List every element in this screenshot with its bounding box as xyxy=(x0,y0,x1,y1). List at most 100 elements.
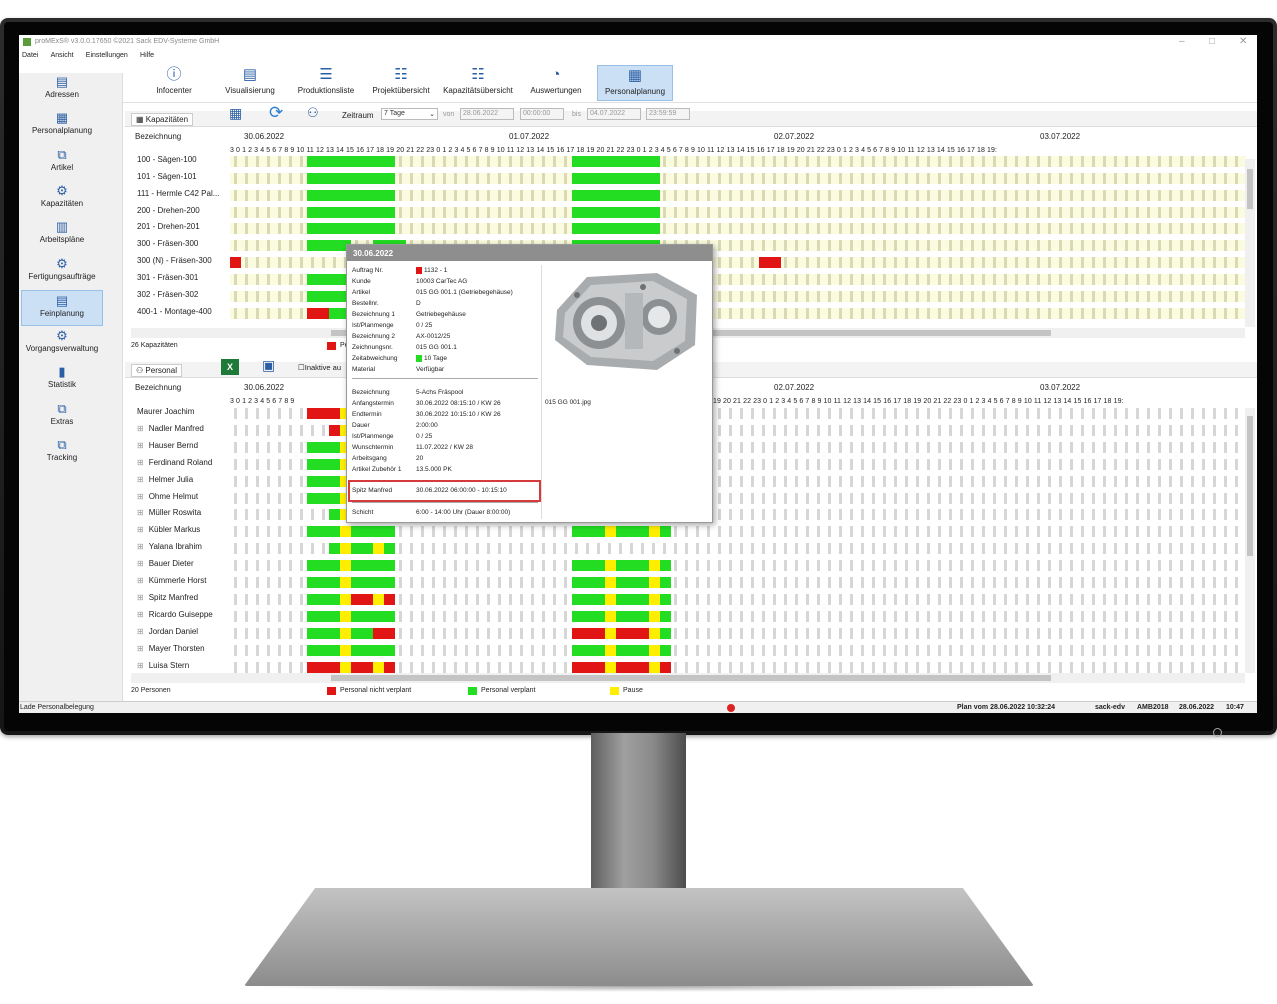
gantt-block[interactable] xyxy=(571,661,605,673)
pers-vertical-scrollbar[interactable] xyxy=(1245,408,1255,673)
toolbar-infocenter-button[interactable]: ⓘ Infocenter xyxy=(151,65,197,101)
pers-row[interactable]: Maurer Joachim xyxy=(137,407,194,416)
gantt-block[interactable] xyxy=(329,509,341,521)
menu-einstellungen[interactable]: Einstellungen xyxy=(86,52,128,59)
close-icon[interactable]: ✕ xyxy=(1239,36,1247,47)
expand-icon[interactable]: ⊞ xyxy=(137,593,144,602)
refresh-icon[interactable]: ⟳ xyxy=(269,103,291,123)
gantt-block[interactable] xyxy=(351,644,396,656)
excel-export-icon[interactable]: X xyxy=(221,359,239,375)
gantt-block[interactable] xyxy=(604,560,616,572)
gantt-block[interactable] xyxy=(307,610,341,622)
cap-row-label[interactable]: 111 - Hermle C42 Pal... xyxy=(137,189,219,198)
gantt-block[interactable] xyxy=(307,526,341,538)
gantt-block[interactable] xyxy=(351,560,396,572)
gantt-block[interactable] xyxy=(659,593,671,605)
pers-row[interactable]: ⊞ Spitz Manfred xyxy=(137,593,198,602)
cap-row-label[interactable]: 200 - Drehen-200 xyxy=(137,206,200,215)
gantt-block[interactable] xyxy=(373,627,385,639)
gantt-block[interactable] xyxy=(384,543,396,555)
cap-row-label[interactable]: 300 (N) - Fräsen-300 xyxy=(137,256,212,265)
sidebar-item-fertigungsaufträge[interactable]: ⚙ Fertigungsaufträge xyxy=(21,254,103,290)
gantt-block[interactable] xyxy=(659,526,671,538)
gantt-block[interactable] xyxy=(340,577,352,588)
von-time-input[interactable]: 00:00:00 xyxy=(520,108,564,120)
gantt-block[interactable] xyxy=(659,627,671,639)
expand-icon[interactable]: ⊞ xyxy=(137,525,144,534)
gantt-block[interactable] xyxy=(307,475,341,487)
expand-icon[interactable]: ⊞ xyxy=(137,508,144,517)
expand-icon[interactable]: ⊞ xyxy=(137,458,144,467)
gantt-block[interactable] xyxy=(307,492,341,504)
gantt-block[interactable] xyxy=(340,627,352,639)
expand-icon[interactable]: ⊞ xyxy=(137,610,144,619)
gantt-block[interactable] xyxy=(307,156,396,167)
gantt-block[interactable] xyxy=(648,526,660,538)
inactive-checkbox[interactable]: ☐Inaktive au xyxy=(298,363,341,372)
gantt-block[interactable] xyxy=(351,593,374,605)
gantt-block[interactable] xyxy=(659,560,671,572)
gantt-block[interactable] xyxy=(373,543,385,555)
pers-row[interactable]: ⊞ Helmer Julia xyxy=(137,475,193,484)
pers-row[interactable]: ⊞ Luisa Stern xyxy=(137,661,189,670)
gantt-block[interactable] xyxy=(571,207,660,218)
gantt-block[interactable] xyxy=(571,577,605,588)
gantt-block[interactable] xyxy=(384,661,396,673)
gantt-block[interactable] xyxy=(604,577,616,588)
gantt-block[interactable] xyxy=(604,644,616,656)
gantt-block[interactable] xyxy=(329,424,341,436)
toolbar-projektübersicht-button[interactable]: ☷ Projektübersicht xyxy=(369,65,433,101)
tab-personal[interactable]: ⚇ Personal xyxy=(131,364,182,377)
toolbar-visualisierung-button[interactable]: ▤ Visualisierung xyxy=(223,65,277,101)
gantt-block[interactable] xyxy=(329,543,341,555)
gantt-block[interactable] xyxy=(659,661,671,673)
toolbar-personalplanung-button[interactable]: ▦ Personalplanung xyxy=(597,65,673,101)
gantt-block[interactable] xyxy=(307,223,396,234)
toolbar-auswertungen-button[interactable]: ◔ Auswertungen xyxy=(527,65,585,101)
gantt-block[interactable] xyxy=(648,627,660,639)
sidebar-item-extras[interactable]: ⧉ Extras xyxy=(21,399,103,435)
bis-time-input[interactable]: 23:59:59 xyxy=(646,108,690,120)
expand-icon[interactable]: ⊞ xyxy=(137,424,144,433)
expand-icon[interactable]: ⊞ xyxy=(137,627,144,636)
gantt-block[interactable] xyxy=(384,627,396,639)
gantt-block[interactable] xyxy=(307,560,341,572)
gantt-block[interactable] xyxy=(659,577,671,588)
gantt-block[interactable] xyxy=(230,257,242,268)
gantt-block[interactable] xyxy=(571,173,660,184)
gantt-block[interactable] xyxy=(615,661,649,673)
pers-row[interactable]: ⊞ Mayer Thorsten xyxy=(137,644,205,653)
menu-datei[interactable]: Datei xyxy=(22,52,38,59)
sidebar-item-artikel[interactable]: ⧉ Artikel xyxy=(21,145,103,181)
gantt-block[interactable] xyxy=(648,577,660,588)
maximize-icon[interactable]: □ xyxy=(1209,36,1215,47)
users-icon[interactable]: ⚇ xyxy=(307,105,329,125)
gantt-block[interactable] xyxy=(307,661,341,673)
gantt-block[interactable] xyxy=(571,560,605,572)
gantt-block[interactable] xyxy=(340,593,352,605)
gantt-block[interactable] xyxy=(604,526,616,538)
cap-row-label[interactable]: 300 - Fräsen-300 xyxy=(137,239,198,248)
gantt-block[interactable] xyxy=(648,644,660,656)
tab-kapazitaeten[interactable]: ▦ Kapazitäten xyxy=(131,113,194,126)
minimize-icon[interactable]: – xyxy=(1179,36,1185,47)
gantt-block[interactable] xyxy=(648,560,660,572)
gantt-block[interactable] xyxy=(307,577,341,588)
gantt-block[interactable] xyxy=(340,560,352,572)
gantt-block[interactable] xyxy=(307,644,341,656)
pers-row[interactable]: ⊞ Jordan Daniel xyxy=(137,627,198,636)
gantt-block[interactable] xyxy=(758,257,781,268)
gantt-block[interactable] xyxy=(307,408,341,419)
gantt-block[interactable] xyxy=(384,593,396,605)
gantt-block[interactable] xyxy=(615,644,649,656)
gantt-block[interactable] xyxy=(615,577,649,588)
cap-row-label[interactable]: 201 - Drehen-201 xyxy=(137,222,200,231)
pers-row[interactable]: ⊞ Kümmerle Horst xyxy=(137,576,207,585)
scroll-thumb[interactable] xyxy=(331,675,1051,681)
gantt-block[interactable] xyxy=(351,661,374,673)
gantt-block[interactable] xyxy=(351,543,374,555)
sidebar-item-adressen[interactable]: ▤ Adressen xyxy=(21,72,103,108)
gantt-block[interactable] xyxy=(615,593,649,605)
gantt-block[interactable] xyxy=(351,577,396,588)
pers-row[interactable]: ⊞ Müller Roswita xyxy=(137,508,201,517)
